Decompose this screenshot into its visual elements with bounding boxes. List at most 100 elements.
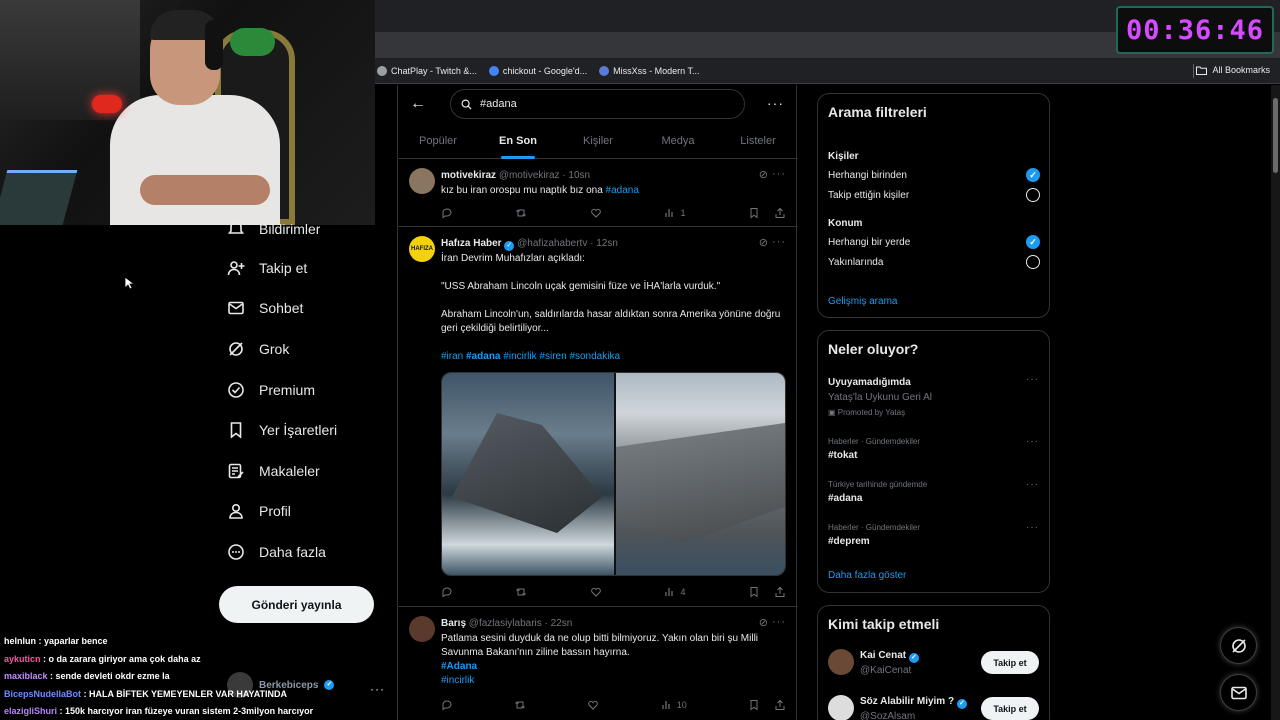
tab-people[interactable]: Kişiler: [558, 125, 638, 158]
retweet-icon[interactable]: [514, 698, 526, 712]
bookmark-item[interactable]: chickout - Google'd...: [488, 65, 587, 76]
share-icon[interactable]: [774, 207, 786, 219]
hashtag-link[interactable]: #incirlik: [441, 674, 786, 688]
tab-popular[interactable]: Popüler: [398, 125, 478, 158]
more-options-icon[interactable]: ···: [772, 236, 786, 248]
more-options-icon[interactable]: ···: [767, 95, 784, 111]
nav-grok[interactable]: Grok: [227, 337, 289, 361]
nav-bookmarks[interactable]: Yer İşaretleri: [227, 418, 337, 442]
trend-name[interactable]: #adana: [828, 493, 862, 504]
share-icon[interactable]: [774, 586, 786, 598]
radio-empty-icon[interactable]: [1026, 188, 1040, 202]
more-options-icon[interactable]: ···: [772, 168, 786, 180]
grok-icon[interactable]: ⊘: [759, 168, 768, 181]
all-bookmarks-button[interactable]: All Bookmarks: [1196, 65, 1270, 75]
bookmark-icon[interactable]: [748, 699, 760, 711]
nav-articles[interactable]: Makaleler: [227, 459, 320, 483]
carrier-deck-photo[interactable]: [614, 373, 785, 575]
tweet[interactable]: HAFIZA Hafıza Haber ✓ @hafizahabertv · 1…: [398, 228, 798, 607]
more-options-icon[interactable]: ···: [1026, 522, 1039, 533]
search-input[interactable]: #adana: [450, 89, 745, 119]
tweet-author-name[interactable]: motivekiraz: [441, 170, 496, 181]
grok-icon[interactable]: ⊘: [759, 236, 768, 249]
like-icon[interactable]: [587, 698, 599, 712]
tweet[interactable]: motivekiraz @motivekiraz · 10sn ⊘ ··· kı…: [398, 160, 798, 227]
hashtag-link[interactable]: #Adana: [441, 660, 786, 674]
bookmark-item[interactable]: ChatPlay - Twitch &...: [377, 65, 477, 76]
ship-shape: [452, 413, 602, 533]
back-arrow-icon[interactable]: ←: [410, 95, 426, 113]
hashtag-link[interactable]: #sondakika: [569, 351, 620, 362]
aircraft-carrier-photo[interactable]: [442, 373, 614, 575]
more-options-icon[interactable]: ···: [1026, 436, 1039, 447]
reply-icon[interactable]: [441, 698, 453, 712]
avatar[interactable]: [828, 649, 854, 675]
post-button[interactable]: Gönderi yayınla: [219, 586, 374, 623]
more-options-icon[interactable]: ···: [772, 616, 786, 628]
scrollbar-thumb[interactable]: [1273, 98, 1278, 173]
who-to-follow-panel: Kimi takip etmeli Kai Cenat ✓ @KaiCenat …: [817, 605, 1050, 720]
filter-option-nearby[interactable]: Yakınlarında: [828, 257, 883, 268]
bookmark-icon[interactable]: [748, 207, 760, 219]
trend-name[interactable]: #deprem: [828, 536, 870, 547]
bookmark-item[interactable]: MissXss - Modern T...: [599, 65, 700, 76]
reply-icon[interactable]: [441, 585, 453, 599]
radio-checked-icon[interactable]: ✓: [1026, 168, 1040, 182]
tab-media[interactable]: Medya: [638, 125, 718, 158]
tweet-handle: @hafizahabertv: [517, 238, 588, 249]
avatar[interactable]: [828, 695, 854, 720]
tab-latest[interactable]: En Son: [478, 125, 558, 158]
hashtag-link[interactable]: #iran: [441, 351, 463, 362]
nav-notifications[interactable]: Bildirimler: [227, 217, 320, 237]
views-icon[interactable]: 4: [664, 585, 685, 599]
more-options-icon[interactable]: ···: [1026, 479, 1039, 490]
avatar[interactable]: HAFIZA: [409, 236, 435, 262]
hashtag-link[interactable]: #adana: [466, 351, 500, 362]
retweet-icon[interactable]: [515, 585, 527, 599]
follow-button[interactable]: Takip et: [981, 651, 1039, 674]
like-icon[interactable]: [590, 206, 602, 220]
nav-messages[interactable]: Sohbet: [227, 296, 303, 320]
nav-premium[interactable]: Premium: [227, 378, 315, 402]
nav-more[interactable]: Daha fazla: [227, 540, 326, 564]
hashtag-link[interactable]: #siren: [539, 351, 566, 362]
reply-icon[interactable]: [441, 206, 453, 220]
tab-lists[interactable]: Listeler: [718, 125, 798, 158]
radio-empty-icon[interactable]: [1026, 255, 1040, 269]
more-options-icon[interactable]: ···: [1026, 374, 1039, 385]
retweet-icon[interactable]: [515, 206, 527, 220]
headset: [205, 20, 223, 70]
radio-checked-icon[interactable]: ✓: [1026, 235, 1040, 249]
messages-float-button[interactable]: [1220, 674, 1257, 711]
nav-profile[interactable]: Profil: [227, 499, 291, 523]
share-icon[interactable]: [774, 699, 786, 711]
grok-float-button[interactable]: [1220, 627, 1257, 664]
hashtag-link[interactable]: #incirlik: [503, 351, 536, 362]
account-name[interactable]: Kai Cenat ✓: [860, 650, 919, 663]
filter-option-anywhere[interactable]: Herhangi bir yerde: [828, 237, 910, 248]
search-filters-panel: Arama filtreleri Kişiler Herhangi birind…: [817, 93, 1050, 318]
avatar[interactable]: [409, 168, 435, 194]
chat-message: aykuticn : o da zarara giriyor ama çok d…: [4, 651, 374, 669]
tweet-author-name[interactable]: Barış: [441, 618, 466, 629]
show-more-link[interactable]: Daha fazla göster: [828, 570, 906, 581]
hashtag-link[interactable]: #adana: [606, 185, 639, 196]
views-icon[interactable]: 10: [661, 698, 687, 712]
promoted-trend-name[interactable]: Uyuyamadığımda: [828, 377, 911, 388]
page-scrollbar[interactable]: [1271, 85, 1280, 720]
tweet-author-name[interactable]: Hafıza Haber: [441, 238, 502, 249]
tweet-media[interactable]: [441, 372, 786, 576]
like-icon[interactable]: [590, 585, 602, 599]
follow-button[interactable]: Takip et: [981, 697, 1039, 720]
tweet[interactable]: Barış @fazlasiylabaris · 22sn ⊘ ··· Patl…: [398, 608, 798, 720]
avatar[interactable]: [409, 616, 435, 642]
account-name[interactable]: Söz Alabilir Miyim ? ✓: [860, 696, 967, 709]
bookmark-icon[interactable]: [748, 586, 760, 598]
advanced-search-link[interactable]: Gelişmiş arama: [828, 296, 897, 307]
grok-icon[interactable]: ⊘: [759, 616, 768, 629]
filter-option-anyone[interactable]: Herhangi birinden: [828, 170, 907, 181]
filter-option-following[interactable]: Takip ettiğin kişiler: [828, 190, 909, 201]
views-icon[interactable]: 1: [664, 206, 685, 220]
trend-name[interactable]: #tokat: [828, 450, 857, 461]
nav-follow[interactable]: Takip et: [227, 256, 307, 280]
